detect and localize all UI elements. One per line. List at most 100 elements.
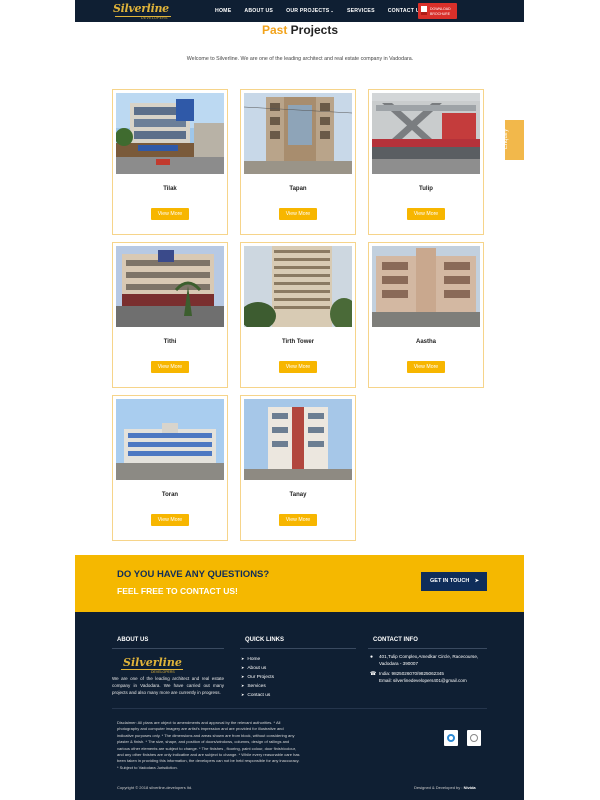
project-name: Tapan <box>289 186 307 192</box>
logo-tagline: DEVELOPERS <box>141 16 168 20</box>
view-more-button[interactable]: View More <box>151 361 189 373</box>
view-more-button[interactable]: View More <box>151 514 189 526</box>
brochure-label-1: DOWNLOAD <box>430 7 451 11</box>
project-card-tirth-tower: Tirth Tower View More <box>240 242 356 388</box>
quick-link-services[interactable]: ➤ Services <box>241 681 274 690</box>
footer-divider <box>112 648 224 649</box>
footer-copyright: Copyright © 2018 silverline-developers l… <box>117 785 193 790</box>
footer-disclaimer: Disclaimer: All plans are object to amen… <box>117 720 300 770</box>
quick-link-about-us[interactable]: ➤ About us <box>241 663 274 672</box>
chevron-right-icon: ➤ <box>241 692 245 697</box>
contact-address: ● 401,Tulip Complex,Amedkar Circle, Race… <box>370 654 490 667</box>
quick-link-our-projects[interactable]: ➤ Our Projects <box>241 672 274 681</box>
project-photo-toran <box>116 399 224 480</box>
project-photo-tapan <box>244 93 352 174</box>
view-more-button[interactable]: View More <box>407 208 445 220</box>
enquiry-tab[interactable]: Enquiry <box>503 120 524 160</box>
footer-logo-text: Silverline <box>123 656 182 669</box>
project-card-tithi: Tithi View More <box>112 242 228 388</box>
project-name: Tithi <box>163 339 177 345</box>
contact-phone-email: ☎ India: 9825026070/9825062345 Email: si… <box>370 671 490 684</box>
association-badge-icon <box>467 730 481 746</box>
cta-subtitle: FEEL FREE TO CONTACT US! <box>117 586 238 596</box>
building-photo-toran <box>116 399 224 480</box>
top-navbar: Silverline DEVELOPERS HOME ABOUT US OUR … <box>75 0 524 22</box>
project-photo-tirth-tower <box>244 246 352 327</box>
project-card-tapan: Tapan View More <box>240 89 356 235</box>
menu-our-projects[interactable]: OUR PROJECTS⌄ <box>286 8 334 14</box>
footer-separator <box>112 708 487 709</box>
main-menu: HOME ABOUT US OUR PROJECTS⌄ SERVICES CON… <box>215 0 436 22</box>
project-card-tulip: Tulip View More <box>368 89 484 235</box>
logo-text: Silverline <box>113 2 169 15</box>
quick-link-home[interactable]: ➤ Home <box>241 654 274 663</box>
download-brochure-button[interactable]: DOWNLOAD BROCHURE <box>418 3 457 19</box>
page-title: Past Projects <box>0 23 600 37</box>
project-photo-tilak <box>116 93 224 174</box>
building-photo-tulip <box>372 93 480 174</box>
building-photo-tanay <box>244 399 352 480</box>
menu-services[interactable]: SERVICES <box>347 8 375 14</box>
project-photo-tithi <box>116 246 224 327</box>
project-card-toran: Toran View More <box>112 395 228 541</box>
project-card-tilak: Tilak View More <box>112 89 228 235</box>
project-name: Tulip <box>419 186 433 192</box>
contact-email-text[interactable]: Email: silverlinedevelopers401@gmail.com <box>379 678 490 685</box>
contact-info: ● 401,Tulip Complex,Amedkar Circle, Race… <box>370 654 490 688</box>
chevron-right-icon: ➤ <box>241 683 245 688</box>
chevron-right-icon: ➤ <box>241 656 245 661</box>
quick-link-label: Home <box>247 657 261 662</box>
menu-our-projects-label: OUR PROJECTS <box>286 8 330 14</box>
arrow-right-icon: ➤ <box>474 578 479 584</box>
view-more-button[interactable]: View More <box>279 361 317 373</box>
page-title-accent: Past <box>261 23 288 37</box>
view-more-button[interactable]: View More <box>279 208 317 220</box>
menu-home[interactable]: HOME <box>215 8 231 14</box>
project-name: Aastha <box>415 339 436 345</box>
badge-ring <box>447 734 455 742</box>
footer-contact-title: CONTACT INFO <box>373 637 418 643</box>
building-photo-tirth-tower <box>244 246 352 327</box>
building-photo-aastha <box>372 246 480 327</box>
chevron-right-icon: ➤ <box>241 674 245 679</box>
project-name: Tilak <box>163 186 177 192</box>
menu-about-us[interactable]: ABOUT US <box>244 8 273 14</box>
enquiry-label: Enquiry <box>503 128 510 150</box>
quick-link-contact-us[interactable]: ➤ Contact us <box>241 690 274 699</box>
site-footer: ABOUT US QUICK LINKS CONTACT INFO Silver… <box>75 612 524 800</box>
building-photo-tapan <box>244 93 352 174</box>
footer-divider <box>240 648 356 649</box>
project-card-aastha: Aastha View More <box>368 242 484 388</box>
project-name: Tanay <box>289 492 307 498</box>
building-photo-tithi <box>116 246 224 327</box>
contact-address-text: 401,Tulip Complex,Amedkar Circle, Raceco… <box>379 654 479 666</box>
get-in-touch-button[interactable]: GET IN TOUCH ➤ <box>421 572 487 591</box>
view-more-button[interactable]: View More <box>279 514 317 526</box>
get-in-touch-label: GET IN TOUCH <box>430 578 470 584</box>
view-more-button[interactable]: View More <box>151 208 189 220</box>
silverline-logo[interactable]: Silverline DEVELOPERS <box>113 2 173 20</box>
footer-links-title: QUICK LINKS <box>245 637 284 643</box>
project-photo-tanay <box>244 399 352 480</box>
quick-link-label: Services <box>247 684 266 689</box>
chevron-right-icon: ➤ <box>241 665 245 670</box>
footer-divider <box>368 648 487 649</box>
pdf-icon <box>421 6 427 15</box>
quick-link-label: Our Projects <box>247 675 275 680</box>
project-name: Toran <box>161 492 179 498</box>
quick-link-label: Contact us <box>247 693 271 698</box>
footer-about-text: We are one of the leading architect and … <box>112 676 224 695</box>
badge-ring <box>470 734 478 742</box>
quick-links-list: ➤ Home ➤ About us ➤ Our Projects ➤ Services … <box>241 654 274 699</box>
page-intro: Welcome to Silverline. We are one of the… <box>186 56 414 62</box>
project-card-tanay: Tanay View More <box>240 395 356 541</box>
project-name: Tirth Tower <box>281 339 315 345</box>
project-photo-aastha <box>372 246 480 327</box>
footer-logo-tagline: DEVELOPERS <box>151 670 175 674</box>
designed-by-label: Designed & Developed by : <box>414 785 463 790</box>
designer-link[interactable]: Nivida <box>464 785 476 790</box>
quick-link-label: About us <box>247 666 267 671</box>
brochure-label-2: BROCHURE <box>430 12 451 16</box>
view-more-button[interactable]: View More <box>407 361 445 373</box>
page-title-rest: Projects <box>290 23 339 37</box>
